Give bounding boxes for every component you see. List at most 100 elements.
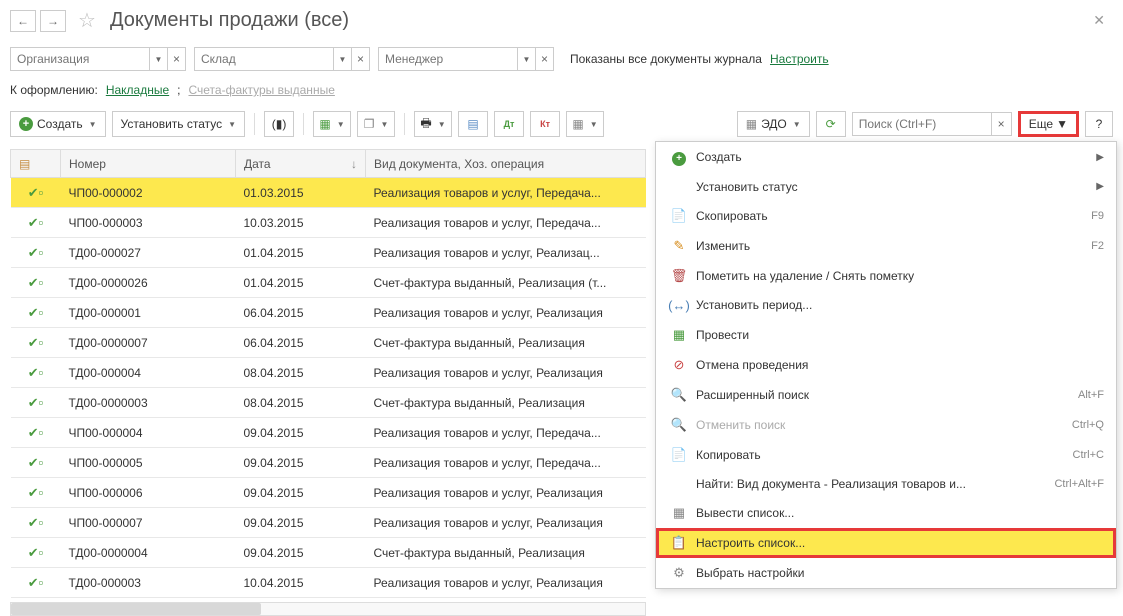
more-button[interactable]: Еще ▼ [1018, 111, 1079, 137]
doc-type: Реализация товаров и услуг, Реализация [366, 358, 646, 388]
menu-item-label: Создать [696, 150, 1088, 164]
menu-item[interactable]: (↔)Установить период... [656, 291, 1116, 320]
warehouse-clear[interactable]: × [352, 47, 370, 71]
table-row[interactable]: ✔▫ЧП00-00000310.03.2015Реализация товаро… [11, 208, 646, 238]
doc-status-icon: ✔▫ [28, 395, 44, 410]
menu-item-label: Выбрать настройки [696, 566, 1104, 580]
menu-item-label: Пометить на удаление / Снять пометку [696, 269, 1104, 283]
register-button[interactable]: ▦▼ [566, 111, 604, 137]
nav-forward-button[interactable]: → [40, 10, 66, 32]
table-row[interactable]: ✔▫ЧП00-00000409.04.2015Реализация товаро… [11, 418, 646, 448]
col-number-header[interactable]: Номер [61, 150, 236, 178]
doc-status-icon: ✔▫ [28, 365, 44, 380]
col-type-header[interactable]: Вид документа, Хоз. операция [366, 150, 646, 178]
nakladnye-link[interactable]: Накладные [106, 83, 169, 97]
table-row[interactable]: ✔▫ ТД00-000000409.04.2015Счет-фактура выд… [11, 538, 646, 568]
doc-type: Реализация товаров и услуг, Реализац... [366, 238, 646, 268]
menu-item-icon: 🗑 [671, 268, 688, 283]
edo-button[interactable]: ▦ ЭДО ▼ [737, 111, 810, 137]
close-button[interactable]: ✕ [1085, 8, 1113, 33]
col-icon-header[interactable]: ▤ [11, 150, 61, 178]
menu-item[interactable]: +Создать▶ [656, 142, 1116, 173]
table-row[interactable]: ✔▫ЧП00-00000201.03.2015Реализация товаро… [11, 178, 646, 208]
doc-type: Реализация товаров и услуг, Передача... [366, 208, 646, 238]
menu-item[interactable]: 📄СкопироватьF9 [656, 201, 1116, 231]
warehouse-filter-input[interactable] [194, 47, 334, 71]
menu-item[interactable]: 🗑 Пометить на удаление / Снять пометку [656, 261, 1116, 291]
more-menu: + Создать ▶Установить статус▶📄СкопироватьF… [655, 141, 1117, 589]
doc-flow-button[interactable]: ▦▼ [313, 111, 351, 137]
menu-item[interactable]: Установить статус▶ [656, 173, 1116, 201]
documents-table: ▤ Номер Дата↓ Вид документа, Хоз. операц… [10, 149, 646, 598]
report-button[interactable]: ▤ [458, 111, 488, 137]
doc-type: Счет-фактура выданный, Реализация [366, 538, 646, 568]
table-row[interactable]: ✔▫ТД00-000000308.04.2015Счет-фактура выд… [11, 388, 646, 418]
menu-item-label: Найти: Вид документа - Реализация товаро… [696, 477, 1054, 491]
kt-button[interactable]: Кт [530, 111, 560, 137]
help-button[interactable]: ? [1085, 111, 1113, 137]
doc-date: 01.04.2015 [236, 238, 366, 268]
barcode-button[interactable]: (▮) [264, 111, 294, 137]
menu-item[interactable]: ▦ Вывести список... [656, 498, 1116, 528]
menu-item-label: Провести [696, 328, 1104, 342]
create-button[interactable]: + Создать ▼ [10, 111, 106, 137]
table-row[interactable]: ✔▫ЧП00-00000709.04.2015Реализация товаро… [11, 508, 646, 538]
menu-item-shortcut: Alt+F [1078, 389, 1104, 401]
scroll-thumb[interactable] [11, 603, 261, 615]
dt-button[interactable]: Дт [494, 111, 524, 137]
menu-item[interactable]: ✎ИзменитьF2 [656, 231, 1116, 261]
menu-item[interactable]: 🔍Отменить поискCtrl+Q [656, 410, 1116, 440]
menu-item[interactable]: ▦Провести [656, 320, 1116, 350]
table-row[interactable]: ✔▫ТД00-00002701.04.2015Реализация товаро… [11, 238, 646, 268]
menu-item-icon: ▦ [673, 505, 685, 520]
print-docs-button[interactable]: ❐▼ [357, 111, 395, 137]
menu-item-icon: ⊘ [674, 357, 685, 372]
doc-date: 10.04.2015 [236, 568, 366, 598]
doc-date: 10.03.2015 [236, 208, 366, 238]
doc-status-icon: ✔▫ [28, 545, 44, 560]
menu-item[interactable]: 🔍Расширенный поискAlt+F [656, 380, 1116, 410]
search-clear[interactable]: × [992, 112, 1012, 136]
doc-type: Реализация товаров и услуг, Передача... [366, 418, 646, 448]
table-row[interactable]: ✔▫ТД00-00000408.04.2015Реализация товаро… [11, 358, 646, 388]
configure-filter-link[interactable]: Настроить [770, 52, 829, 66]
menu-item[interactable]: 📋Настроить список... [656, 528, 1116, 558]
doc-type: Счет-фактура выданный, Реализация [366, 388, 646, 418]
search-input[interactable] [852, 112, 992, 136]
menu-item[interactable]: ⊘Отмена проведения [656, 350, 1116, 380]
table-row[interactable]: ✔▫ТД00-00000106.04.2015Реализация товаро… [11, 298, 646, 328]
col-date-header[interactable]: Дата↓ [236, 150, 366, 178]
nav-back-button[interactable]: ← [10, 10, 36, 32]
doc-type: Реализация товаров и услуг, Реализация [366, 508, 646, 538]
menu-item[interactable]: ⚙Выбрать настройки [656, 558, 1116, 588]
table-row[interactable]: ✔▫ЧП00-00000509.04.2015Реализация товаро… [11, 448, 646, 478]
doc-date: 09.04.2015 [236, 538, 366, 568]
print-button[interactable]: 🖶▼ [414, 111, 452, 137]
manager-filter-input[interactable] [378, 47, 518, 71]
warehouse-dropdown[interactable]: ▼ [334, 47, 352, 71]
horizontal-scrollbar[interactable] [10, 602, 646, 616]
printer-icon: 🖶 [420, 114, 431, 135]
org-filter-input[interactable] [10, 47, 150, 71]
plus-icon: + [672, 152, 686, 166]
manager-clear[interactable]: × [536, 47, 554, 71]
doc-number: ТД00-0000004 [61, 538, 236, 568]
edo-icon: ▦ [746, 117, 757, 131]
manager-dropdown[interactable]: ▼ [518, 47, 536, 71]
table-row[interactable]: ✔▫ЧП00-00000609.04.2015Реализация товаро… [11, 478, 646, 508]
doc-type: Реализация товаров и услуг, Передача... [366, 448, 646, 478]
org-dropdown[interactable]: ▼ [150, 47, 168, 71]
doc-number: ЧП00-000003 [61, 208, 236, 238]
refresh-button[interactable]: ⟳ [816, 111, 846, 137]
favorite-star-icon[interactable]: ☆ [76, 10, 98, 32]
set-status-button[interactable]: Установить статус ▼ [112, 111, 246, 137]
org-clear[interactable]: × [168, 47, 186, 71]
doc-number: ЧП00-000006 [61, 478, 236, 508]
menu-item[interactable]: Найти: Вид документа - Реализация товаро… [656, 470, 1116, 498]
table-row[interactable]: ✔▫ТД00-00000310.04.2015Реализация товаро… [11, 568, 646, 598]
table-row[interactable]: ✔▫ТД00-000000706.04.2015Счет-фактура выд… [11, 328, 646, 358]
submenu-arrow-icon: ▶ [1096, 181, 1104, 192]
menu-item[interactable]: 📄КопироватьCtrl+C [656, 440, 1116, 470]
menu-item-label: Вывести список... [696, 506, 1104, 520]
table-row[interactable]: ✔▫ТД00-000002601.04.2015Счет-фактура выд… [11, 268, 646, 298]
